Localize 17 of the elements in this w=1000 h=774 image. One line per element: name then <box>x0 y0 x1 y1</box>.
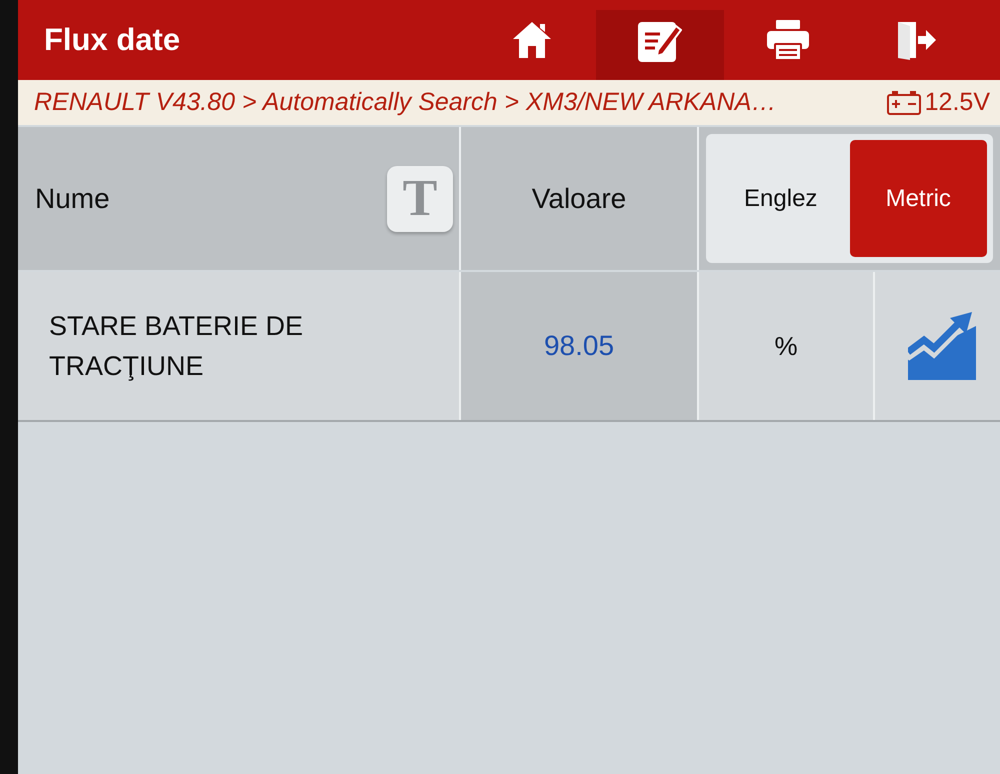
graph-button[interactable] <box>875 272 1000 420</box>
unit-option[interactable]: Englez <box>712 140 850 257</box>
column-header: Nume <box>35 182 110 216</box>
exit-icon <box>896 20 936 60</box>
printer-icon <box>767 20 809 60</box>
column-header: Valoare <box>532 182 626 216</box>
home-icon <box>512 21 552 59</box>
parameter-name: STARE BATERIE DE TRACŢIUNE <box>49 310 304 383</box>
parameter-value: 98.05 <box>544 329 614 363</box>
edit-button[interactable] <box>596 10 724 80</box>
battery-icon <box>886 90 921 114</box>
unit-option[interactable]: Metric <box>850 140 987 257</box>
voltage-reading: 12.5V <box>924 86 990 118</box>
chart-icon <box>908 312 976 380</box>
breadcrumb-path: RENAULT V43.80 > Automatically Search > XM3/NEW ARKANA… <box>34 86 776 118</box>
parameter-unit: % <box>774 330 798 362</box>
screen-title: Flux date <box>43 20 180 59</box>
